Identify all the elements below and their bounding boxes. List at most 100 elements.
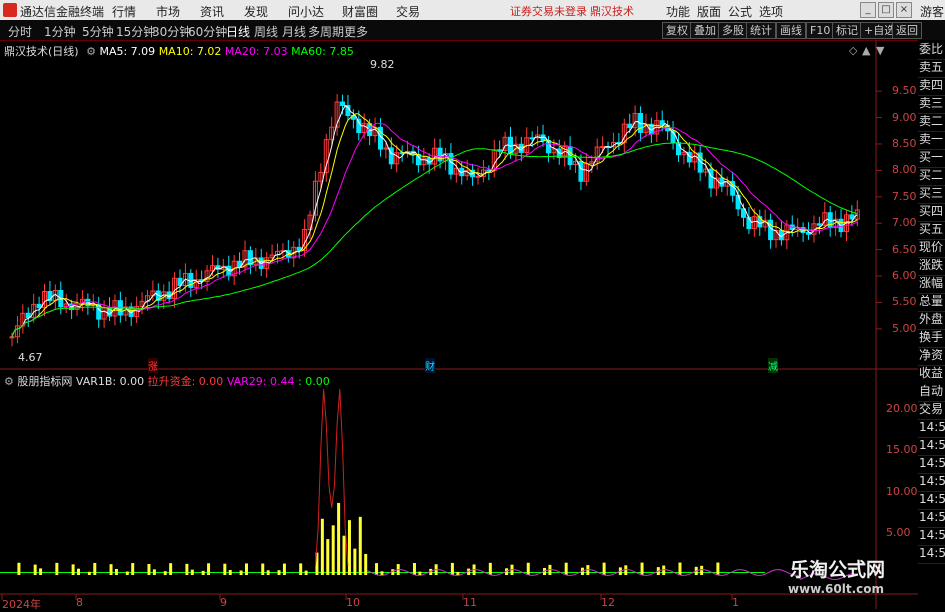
- kline-chart-panel[interactable]: 鼎汉技术(日线) ⚙ MA5: 7.09 MA10: 7.02 MA20: 7.…: [0, 40, 945, 373]
- lasheng-value: 拉升资金: 0.00: [147, 375, 224, 388]
- btn-f10[interactable]: F10: [806, 22, 835, 39]
- indicator-bar: [244, 563, 248, 575]
- menu-xuanxiang[interactable]: 选项: [759, 3, 783, 20]
- quote-field[interactable]: 买一: [918, 148, 945, 168]
- collapse-icon[interactable]: ◇: [849, 44, 857, 57]
- indicator-bar: [185, 563, 189, 575]
- quote-field[interactable]: 外盘: [918, 310, 945, 330]
- quote-field[interactable]: 净资: [918, 346, 945, 366]
- indicator-bar: [77, 568, 81, 575]
- quote-field[interactable]: 现价: [918, 238, 945, 258]
- candle-body: [448, 153, 454, 175]
- period-15min[interactable]: 15分钟: [116, 23, 155, 40]
- quote-field[interactable]: 买三: [918, 184, 945, 204]
- trade-field[interactable]: 自动: [918, 382, 945, 402]
- settings-circle-icon[interactable]: ⚙: [86, 45, 96, 58]
- candle-body: [600, 146, 606, 149]
- price-tick: 7.50: [892, 189, 917, 203]
- quote-field[interactable]: 买五: [918, 220, 945, 240]
- quote-field[interactable]: 买四: [918, 202, 945, 222]
- down-icon[interactable]: ▼: [876, 44, 884, 57]
- indicator-tick: 5.00: [886, 526, 911, 540]
- menu-jiaoyi[interactable]: 交易: [396, 3, 420, 20]
- period-5min[interactable]: 5分钟: [82, 23, 114, 40]
- ma60-value: MA60: 7.85: [291, 45, 354, 58]
- menu-shichang[interactable]: 市场: [156, 3, 180, 20]
- ma20-value: MA20: 7.03: [224, 45, 288, 58]
- quote-field[interactable]: 卖四: [918, 76, 945, 96]
- indicator-bar: [488, 562, 492, 575]
- indicator-bar: [147, 564, 151, 575]
- user-guest[interactable]: 游客: [920, 3, 944, 20]
- indicator-bar: [320, 518, 324, 575]
- btn-duogu[interactable]: 多股: [718, 22, 748, 39]
- menu-zixun[interactable]: 资讯: [200, 3, 224, 20]
- candle-body: [340, 101, 346, 106]
- trade-field[interactable]: 交易: [918, 400, 945, 420]
- indicator-bar: [418, 571, 422, 575]
- menu-faxian[interactable]: 发现: [244, 3, 268, 20]
- period-30min[interactable]: 30分钟: [152, 23, 191, 40]
- tail-value: : 0.00: [298, 375, 330, 388]
- indicator-bar: [152, 569, 156, 575]
- trade-field[interactable]: 14:56: [918, 454, 945, 474]
- close-icon[interactable]: ×: [896, 2, 912, 18]
- indicator-bar: [326, 539, 330, 575]
- quote-field[interactable]: 卖三: [918, 94, 945, 114]
- trade-field[interactable]: 14:56: [918, 436, 945, 456]
- quote-field[interactable]: 卖五: [918, 58, 945, 78]
- stock-daily-label[interactable]: 鼎汉技术(日线): [4, 45, 79, 58]
- trade-field[interactable]: 14:56: [918, 490, 945, 510]
- menu-wenxiaoda[interactable]: 问小达: [288, 3, 324, 20]
- quote-field[interactable]: 涨幅: [918, 274, 945, 294]
- price-tick: 5.50: [892, 295, 917, 309]
- quote-field[interactable]: 总量: [918, 292, 945, 312]
- trade-field[interactable]: 14:56: [918, 508, 945, 528]
- trade-field[interactable]: 14:56: [918, 526, 945, 546]
- btn-biaoji[interactable]: 标记: [832, 22, 862, 39]
- quote-field[interactable]: 换手: [918, 328, 945, 348]
- period-fenshi[interactable]: 分时: [8, 23, 32, 40]
- btn-tongji[interactable]: 统计: [746, 22, 776, 39]
- price-tick: 9.00: [892, 110, 917, 124]
- trade-field[interactable]: 14:56: [918, 544, 945, 564]
- indicator-name[interactable]: 股朋指标网: [17, 375, 72, 388]
- var29-line: [366, 569, 858, 581]
- quote-field[interactable]: 委比: [918, 40, 945, 60]
- sub-bars: [17, 502, 720, 575]
- menu-banmian[interactable]: 版面: [697, 3, 721, 20]
- maximize-icon[interactable]: □: [878, 2, 894, 18]
- minimize-icon[interactable]: _: [860, 2, 876, 18]
- indicator-bar: [228, 569, 232, 575]
- current-company: 鼎汉技术: [590, 5, 634, 18]
- menu-gongshi[interactable]: 公式: [728, 3, 752, 20]
- period-60min[interactable]: 60分钟: [188, 23, 227, 40]
- period-week[interactable]: 周线: [254, 23, 278, 40]
- btn-huaxian[interactable]: 画线: [776, 22, 806, 39]
- period-multi[interactable]: 多周期: [308, 23, 344, 40]
- menu-caifuquan[interactable]: 财富圈: [342, 3, 378, 20]
- quote-field[interactable]: 卖二: [918, 112, 945, 132]
- period-day[interactable]: 日线: [226, 23, 250, 40]
- btn-fanhui[interactable]: 返回: [892, 22, 922, 39]
- trade-field[interactable]: 14:56: [918, 472, 945, 492]
- quote-field[interactable]: 收益: [918, 364, 945, 384]
- btn-fuquan[interactable]: 复权: [662, 22, 692, 39]
- trade-login-status[interactable]: 证券交易未登录: [510, 3, 587, 19]
- menu-hangqing[interactable]: 行情: [112, 3, 136, 20]
- quote-field[interactable]: 买二: [918, 166, 945, 186]
- kline-svg[interactable]: [0, 40, 945, 370]
- menu-gongneng[interactable]: 功能: [666, 3, 690, 20]
- period-month[interactable]: 月线: [282, 23, 306, 40]
- quote-field[interactable]: 涨跌: [918, 256, 945, 276]
- period-1min[interactable]: 1分钟: [44, 23, 76, 40]
- expand-icon[interactable]: ▲: [862, 44, 870, 57]
- btn-diejia[interactable]: 叠加: [690, 22, 720, 39]
- trade-field[interactable]: 14:56: [918, 418, 945, 438]
- indicator-bar: [564, 562, 568, 575]
- candle-body: [356, 118, 362, 134]
- candle-body: [36, 303, 42, 309]
- period-more[interactable]: 更多: [344, 23, 368, 40]
- quote-field[interactable]: 卖一: [918, 130, 945, 150]
- settings-circle-icon[interactable]: ⚙: [4, 375, 14, 388]
